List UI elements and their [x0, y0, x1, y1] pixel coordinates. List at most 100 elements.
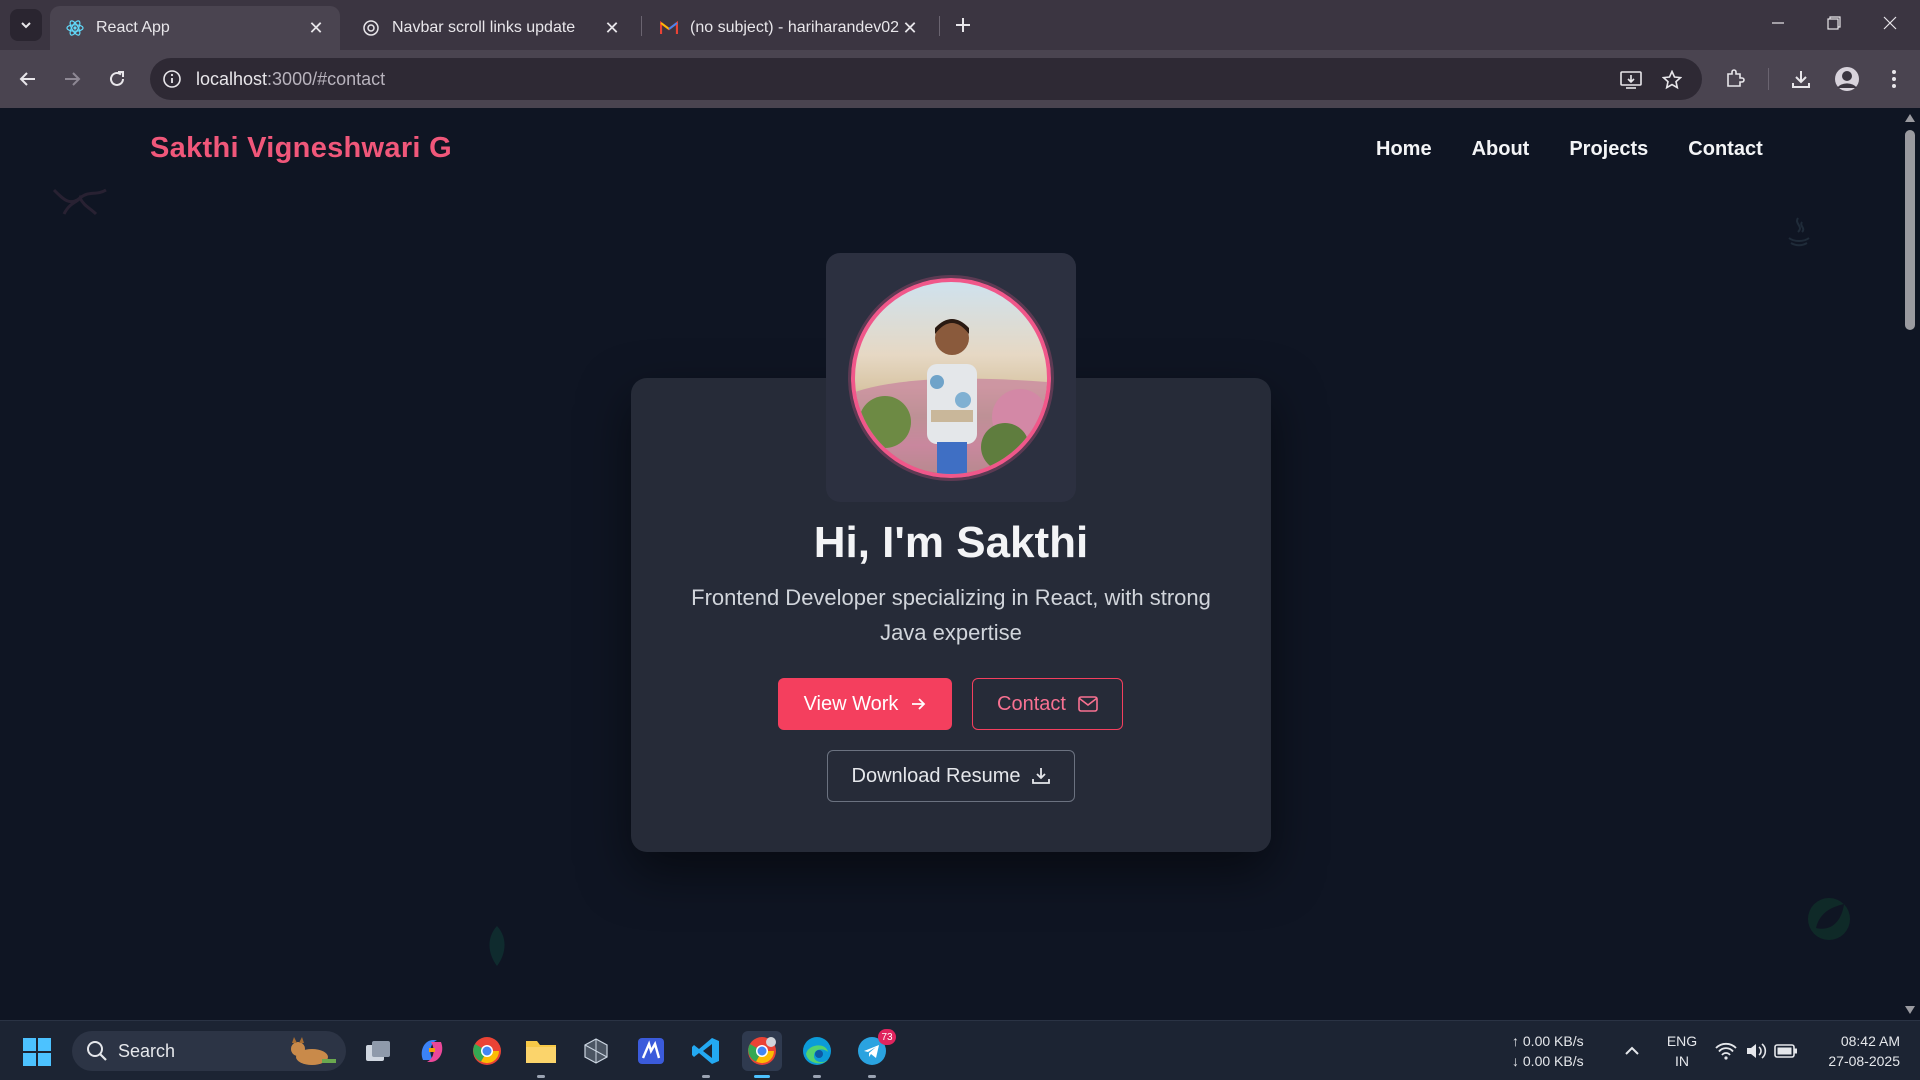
chatgpt-icon [362, 19, 380, 37]
chevron-up-icon[interactable] [1620, 1039, 1644, 1063]
folder-icon [526, 1041, 556, 1063]
copilot-icon [421, 1040, 443, 1062]
editor-app-icon [638, 1038, 664, 1064]
search-icon [87, 1041, 107, 1061]
taskbar-telegram[interactable]: 73 [852, 1029, 896, 1078]
tab-divider [939, 16, 940, 36]
clock-time: 08:42 AM [1840, 1033, 1900, 1049]
chevron-down-icon [21, 22, 31, 29]
person-illustration [855, 319, 1047, 474]
running-indicator [702, 1075, 710, 1078]
nav-link-contact[interactable]: Contact [1688, 138, 1762, 161]
edge-icon [803, 1037, 831, 1065]
chrome-profile-icon [748, 1037, 776, 1065]
wifi-icon[interactable] [1714, 1039, 1738, 1063]
nav-link-projects[interactable]: Projects [1569, 138, 1648, 161]
running-indicator [537, 1075, 545, 1078]
tab-search-button[interactable] [10, 9, 42, 41]
vscode-icon [692, 1038, 719, 1064]
tab-gmail[interactable]: (no subject) - hariharandev02@ ✕ [644, 6, 934, 50]
arrow-right-icon [65, 72, 81, 86]
running-indicator [754, 1075, 770, 1078]
restore-icon [1827, 16, 1841, 30]
taskbar-search[interactable]: Search [72, 1031, 346, 1071]
install-app-icon[interactable] [1618, 67, 1644, 93]
tab-title: (no subject) - hariharandev02@ [690, 19, 900, 36]
profile-avatar[interactable] [1831, 63, 1863, 95]
page-viewport: Sakthi Vigneshwari G Home About Projects… [0, 108, 1900, 1020]
mail-icon [1078, 696, 1098, 712]
clock-date: 27-08-2025 [1828, 1053, 1900, 1069]
tab-navbar-scroll[interactable]: Navbar scroll links update ✕ [346, 6, 636, 50]
taskbar-app-cube[interactable] [576, 1031, 616, 1071]
back-button[interactable] [12, 63, 44, 95]
taskbar-chrome[interactable] [467, 1031, 507, 1071]
java-decor-icon [1788, 217, 1810, 247]
tab-title: React App [96, 19, 170, 36]
download-resume-button[interactable]: Download Resume [827, 750, 1075, 802]
contact-label: Contact [997, 692, 1066, 715]
taskbar-edge[interactable] [797, 1031, 837, 1078]
gmail-icon [660, 19, 678, 37]
close-icon[interactable]: ✕ [602, 18, 622, 38]
contact-button[interactable]: Contact [972, 678, 1123, 730]
minimize-icon [1772, 22, 1784, 24]
battery-icon[interactable] [1774, 1039, 1798, 1063]
plus-icon [956, 18, 970, 32]
site-brand[interactable]: Sakthi Vigneshwari G [150, 132, 452, 165]
volume-icon[interactable] [1744, 1039, 1768, 1063]
network-speed: ↑ 0.00 KB/s ↓ 0.00 KB/s [1512, 1031, 1584, 1071]
taskbar-vscode[interactable] [686, 1031, 726, 1078]
downloads-icon[interactable] [1785, 63, 1817, 95]
extensions-icon[interactable] [1719, 63, 1751, 95]
scroll-thumb[interactable] [1905, 130, 1915, 330]
close-icon [1883, 16, 1897, 30]
site-info-icon[interactable] [160, 67, 184, 91]
url-text: localhost:3000/#contact [196, 69, 386, 89]
close-window-button[interactable] [1862, 0, 1918, 46]
running-indicator [813, 1075, 821, 1078]
close-icon[interactable]: ✕ [900, 18, 920, 38]
tab-react-app[interactable]: React App ✕ [50, 6, 340, 50]
close-icon[interactable]: ✕ [306, 18, 326, 38]
toolbar-divider [1768, 68, 1769, 90]
net-download: ↓ 0.00 KB/s [1512, 1053, 1584, 1069]
taskbar-app-editor[interactable] [631, 1031, 671, 1071]
system-clock[interactable]: 08:42 AM 27-08-2025 [1806, 1031, 1900, 1071]
windows-start-icon[interactable] [22, 1037, 52, 1067]
chrome-icon [473, 1037, 501, 1065]
spring-decor-icon [1808, 898, 1850, 940]
taskbar-task-view[interactable] [358, 1031, 398, 1071]
cube-app-icon [584, 1038, 608, 1064]
forward-button[interactable] [56, 63, 88, 95]
restore-button[interactable] [1806, 0, 1862, 46]
tab-title: Navbar scroll links update [392, 19, 576, 36]
net-upload: ↑ 0.00 KB/s [1512, 1033, 1584, 1049]
taskbar-copilot[interactable] [412, 1031, 452, 1071]
reload-icon [110, 71, 124, 86]
page-scrollbar[interactable] [1900, 108, 1920, 1020]
browser-toolbar: localhost:3000/#contact [0, 50, 1920, 108]
mongodb-leaf-decor-icon [489, 926, 505, 966]
view-work-label: View Work [803, 692, 899, 715]
new-tab-button[interactable] [950, 12, 976, 38]
menu-kebab-icon[interactable] [1878, 63, 1910, 95]
task-view-icon [366, 1041, 390, 1061]
arrow-right-icon [912, 698, 926, 710]
view-work-button[interactable]: View Work [778, 678, 952, 730]
windows-taskbar: Search 73 ↑ 0.00 KB/s ↓ 0.00 KB/s ENG IN… [0, 1020, 1920, 1080]
minimize-button[interactable] [1750, 0, 1806, 46]
nav-link-home[interactable]: Home [1376, 138, 1432, 161]
nav-link-about[interactable]: About [1472, 138, 1530, 161]
search-label: Search [118, 1041, 176, 1061]
taskbar-file-explorer[interactable] [521, 1031, 561, 1078]
reload-button[interactable] [101, 63, 133, 95]
profile-photo [851, 278, 1051, 478]
language-indicator[interactable]: ENG IN [1664, 1031, 1700, 1071]
react-icon [66, 19, 84, 37]
address-bar[interactable]: localhost:3000/#contact [150, 58, 1702, 100]
scroll-up-arrow[interactable] [1905, 114, 1915, 122]
taskbar-chrome-profile[interactable] [742, 1031, 782, 1078]
scroll-down-arrow[interactable] [1905, 1006, 1915, 1014]
bookmark-star-icon[interactable] [1659, 67, 1685, 93]
